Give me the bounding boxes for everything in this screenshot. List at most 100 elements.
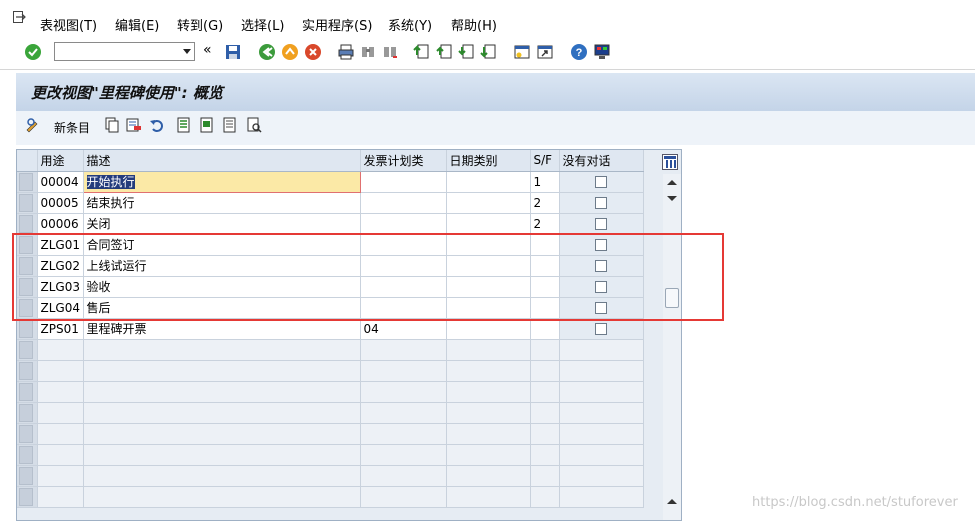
next-page-icon[interactable] [458, 43, 476, 61]
select-all-cell[interactable] [17, 150, 38, 172]
menu-selection[interactable]: 选择(L) [241, 15, 284, 34]
date-category-input[interactable] [446, 318, 531, 340]
new-entries-button[interactable]: 新条目 [54, 119, 90, 136]
row-selector[interactable] [17, 360, 38, 382]
menu-system[interactable]: 系统(Y) [388, 15, 432, 34]
vertical-scrollbar[interactable] [663, 174, 681, 520]
row-selector[interactable] [17, 486, 38, 508]
no-dialog-checkbox[interactable] [595, 260, 607, 272]
sf-input[interactable]: 2 [530, 213, 560, 235]
row-selector[interactable] [17, 318, 38, 340]
sf-input[interactable]: 1 [530, 171, 560, 193]
description-input[interactable]: 合同签订 [83, 234, 361, 256]
scroll-down-icon[interactable] [667, 196, 677, 201]
row-selector[interactable] [17, 276, 38, 298]
description-input[interactable]: 开始执行 [82, 170, 361, 193]
menu-table-view[interactable]: 表视图(T) [40, 15, 97, 34]
sf-input[interactable] [530, 255, 560, 277]
enter-icon[interactable] [24, 43, 42, 61]
help-icon[interactable]: ? [570, 43, 588, 61]
billing-plan-input[interactable] [360, 171, 447, 193]
find-icon[interactable] [359, 43, 377, 61]
layout-menu-icon[interactable] [593, 43, 611, 61]
no-dialog-checkbox[interactable] [595, 239, 607, 251]
save-icon[interactable] [224, 43, 242, 61]
billing-plan-input[interactable] [360, 213, 447, 235]
new-session-icon[interactable] [513, 43, 531, 61]
date-category-input[interactable] [446, 171, 531, 193]
billing-plan-input[interactable] [360, 192, 447, 214]
row-selector[interactable] [17, 423, 38, 445]
previous-page-icon[interactable] [436, 43, 454, 61]
shortcut-icon[interactable] [536, 43, 554, 61]
select-all-icon[interactable] [176, 117, 192, 133]
menu-edit[interactable]: 编辑(E) [115, 15, 159, 34]
select-block-icon[interactable] [199, 117, 215, 133]
first-page-icon[interactable] [413, 43, 431, 61]
date-category-input[interactable] [446, 192, 531, 214]
date-category-input[interactable] [446, 297, 531, 319]
scroll-thumb[interactable] [665, 288, 679, 308]
row-selector[interactable] [17, 255, 38, 277]
scroll-page-up-icon[interactable] [667, 499, 677, 504]
billing-plan-input[interactable] [360, 255, 447, 277]
column-header-billing-plan-type[interactable]: 发票计划类 [360, 150, 447, 172]
find-next-icon[interactable] [381, 43, 399, 61]
description-input[interactable]: 里程碑开票 [83, 318, 361, 340]
delete-icon[interactable] [126, 117, 142, 133]
row-selector[interactable] [17, 234, 38, 256]
last-page-icon[interactable] [480, 43, 498, 61]
column-header-no-dialog[interactable]: 没有对话 [559, 150, 644, 172]
billing-plan-input[interactable] [360, 276, 447, 298]
print-preview-icon[interactable] [246, 117, 262, 133]
display-change-icon[interactable] [25, 117, 41, 133]
chevron-down-icon[interactable] [183, 49, 191, 54]
no-dialog-checkbox[interactable] [595, 197, 607, 209]
cancel-icon[interactable] [304, 43, 322, 61]
row-selector[interactable] [17, 192, 38, 214]
no-dialog-checkbox[interactable] [595, 176, 607, 188]
deselect-all-icon[interactable] [222, 117, 238, 133]
undo-change-icon[interactable] [149, 117, 165, 133]
date-category-input[interactable] [446, 213, 531, 235]
sf-input[interactable]: 2 [530, 192, 560, 214]
column-header-description[interactable]: 描述 [83, 150, 361, 172]
row-selector[interactable] [17, 381, 38, 403]
print-icon[interactable] [337, 43, 355, 61]
description-input[interactable]: 关闭 [83, 213, 361, 235]
description-input[interactable]: 上线试运行 [83, 255, 361, 277]
row-selector[interactable] [17, 171, 38, 193]
row-selector[interactable] [17, 297, 38, 319]
no-dialog-checkbox[interactable] [595, 323, 607, 335]
date-category-input[interactable] [446, 255, 531, 277]
row-selector[interactable] [17, 402, 38, 424]
system-menu-icon[interactable] [13, 11, 27, 24]
copy-as-icon[interactable] [104, 117, 120, 133]
sf-input[interactable] [530, 297, 560, 319]
column-header-usage[interactable]: 用途 [37, 150, 84, 172]
exit-icon[interactable] [281, 43, 299, 61]
menu-utilities[interactable]: 实用程序(S) [302, 15, 372, 34]
column-header-date-category[interactable]: 日期类别 [446, 150, 531, 172]
table-settings-icon[interactable] [662, 154, 678, 170]
no-dialog-checkbox[interactable] [595, 218, 607, 230]
no-dialog-checkbox[interactable] [595, 302, 607, 314]
row-selector[interactable] [17, 444, 38, 466]
billing-plan-input[interactable] [360, 297, 447, 319]
billing-plan-input[interactable] [360, 234, 447, 256]
description-input[interactable]: 验收 [83, 276, 361, 298]
menu-help[interactable]: 帮助(H) [451, 15, 497, 34]
sf-input[interactable] [530, 276, 560, 298]
double-chevron-left-icon[interactable]: « [203, 42, 221, 60]
scroll-up-icon[interactable] [667, 180, 677, 185]
description-input[interactable]: 结束执行 [83, 192, 361, 214]
menu-goto[interactable]: 转到(G) [177, 15, 223, 34]
sf-input[interactable] [530, 318, 560, 340]
row-selector[interactable] [17, 339, 38, 361]
date-category-input[interactable] [446, 276, 531, 298]
sf-input[interactable] [530, 234, 560, 256]
no-dialog-checkbox[interactable] [595, 281, 607, 293]
column-header-sf[interactable]: S/F [530, 150, 560, 172]
row-selector[interactable] [17, 465, 38, 487]
description-input[interactable]: 售后 [83, 297, 361, 319]
